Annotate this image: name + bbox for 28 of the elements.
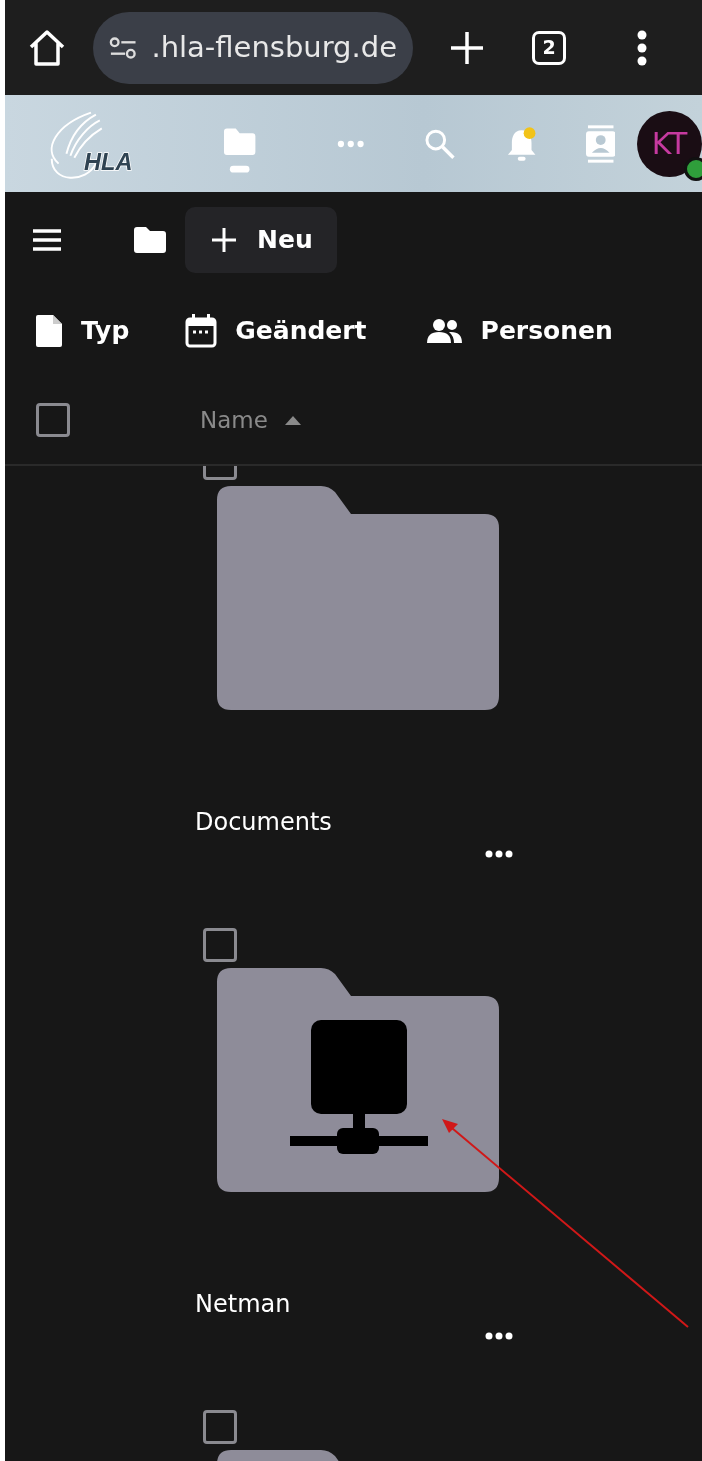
logo[interactable]: HLA <box>37 103 136 184</box>
document-icon <box>35 314 63 348</box>
row-checkbox[interactable] <box>203 928 237 962</box>
logo-text: HLA <box>84 148 133 174</box>
tab-count-button[interactable]: 2 <box>532 30 566 65</box>
name-column-header[interactable]: Name <box>200 402 302 438</box>
new-tab-icon[interactable] <box>449 29 485 66</box>
home-icon[interactable] <box>27 27 67 68</box>
folder-icon[interactable] <box>133 226 167 254</box>
network-folder-icon[interactable] <box>217 968 499 1192</box>
kebab-menu-icon[interactable] <box>636 29 648 66</box>
new-button[interactable]: Neu <box>185 207 337 273</box>
site-settings-icon[interactable] <box>109 35 138 60</box>
calendar-icon <box>185 314 218 348</box>
url-text: .hla-flensburg.de <box>151 28 397 66</box>
row-checkbox[interactable] <box>203 1410 237 1444</box>
file-name[interactable]: Documents <box>195 804 332 836</box>
filter-button[interactable]: Personen <box>426 312 613 350</box>
select-all-checkbox[interactable] <box>36 403 70 437</box>
filter-button[interactable]: Geändert <box>185 312 367 350</box>
people-icon <box>426 318 463 344</box>
filter-button[interactable]: Typ <box>35 312 130 350</box>
plus-icon <box>211 227 237 253</box>
more-icon <box>485 1331 513 1340</box>
address-bar[interactable]: .hla-flensburg.de <box>93 11 413 84</box>
menu-icon[interactable] <box>31 228 63 252</box>
more-icon <box>485 849 513 858</box>
file-name[interactable]: Netman <box>195 1286 291 1318</box>
